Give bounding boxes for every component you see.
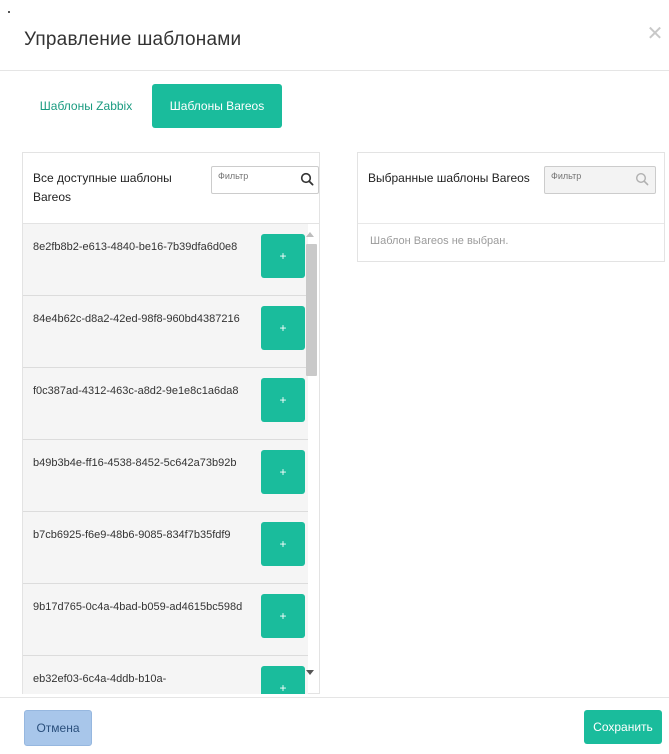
add-template-button[interactable]: + <box>261 306 305 350</box>
search-icon[interactable] <box>300 172 314 186</box>
add-template-button[interactable]: + <box>261 666 305 694</box>
available-templates-list: 8e2fb8b2-e613-4840-be16-7b39dfa6d0e8 + 8… <box>23 223 319 694</box>
cancel-button[interactable]: Отмена <box>24 710 92 746</box>
template-name: 9b17d765-0c4a-4bad-b059-ad4615bc598d <box>33 601 243 613</box>
add-template-button[interactable]: + <box>261 234 305 278</box>
template-name: f0c387ad-4312-463c-a8d2-9e1e8c1a6da8 <box>33 385 239 397</box>
tab-zabbix-templates[interactable]: Шаблоны Zabbix <box>24 84 148 128</box>
template-name: eb32ef03-6c4a-4ddb-b10a- <box>33 673 167 685</box>
list-item: eb32ef03-6c4a-4ddb-b10a- + <box>23 656 308 694</box>
divider <box>358 223 664 224</box>
available-filter-input[interactable] <box>218 171 278 181</box>
dialog-header: Управление шаблонами ✕ <box>0 0 669 71</box>
add-template-button[interactable]: + <box>261 450 305 494</box>
list-item: b7cb6925-f6e9-48b6-9085-834f7b35fdf9 + <box>23 512 308 584</box>
tab-bareos-templates[interactable]: Шаблоны Bareos <box>152 84 282 128</box>
selected-filter-box <box>544 166 656 194</box>
scroll-up-arrow-icon[interactable] <box>306 232 314 237</box>
add-template-button[interactable]: + <box>261 522 305 566</box>
scroll-thumb[interactable] <box>306 244 317 376</box>
list-item: b49b3b4e-ff16-4538-8452-5c642a73b92b + <box>23 440 308 512</box>
selected-templates-panel: Выбранные шаблоны Bareos Шаблон Bareos н… <box>357 152 665 262</box>
selected-filter-input <box>551 171 611 181</box>
available-filter-box <box>211 166 319 194</box>
list-item: 84e4b62c-d8a2-42ed-98f8-960bd4387216 + <box>23 296 308 368</box>
template-management-dialog: Управление шаблонами ✕ Шаблоны Zabbix Ша… <box>0 0 669 754</box>
template-name: b7cb6925-f6e9-48b6-9085-834f7b35fdf9 <box>33 529 231 541</box>
add-template-button[interactable]: + <box>261 594 305 638</box>
template-name: 84e4b62c-d8a2-42ed-98f8-960bd4387216 <box>33 313 240 325</box>
search-icon <box>635 172 649 186</box>
scroll-down-arrow-icon[interactable] <box>306 670 314 675</box>
selected-templates-title: Выбранные шаблоны Bareos <box>368 171 530 185</box>
empty-selection-message: Шаблон Bareos не выбран. <box>370 235 509 247</box>
dialog-footer: Отмена Сохранить <box>0 697 669 754</box>
available-templates-title: Все доступные шаблоны Bareos <box>33 171 172 204</box>
template-name: 8e2fb8b2-e613-4840-be16-7b39dfa6d0e8 <box>33 241 238 253</box>
template-name: b49b3b4e-ff16-4538-8452-5c642a73b92b <box>33 457 237 469</box>
list-item: f0c387ad-4312-463c-a8d2-9e1e8c1a6da8 + <box>23 368 308 440</box>
list-item: 9b17d765-0c4a-4bad-b059-ad4615bc598d + <box>23 584 308 656</box>
dialog-title: Управление шаблонами <box>24 29 242 50</box>
available-templates-panel: Все доступные шаблоны Bareos 8e2fb8b2-e6… <box>22 152 320 694</box>
save-button[interactable]: Сохранить <box>584 710 662 744</box>
list-scrollbar[interactable] <box>303 222 317 692</box>
add-template-button[interactable]: + <box>261 378 305 422</box>
close-icon[interactable]: ✕ <box>646 24 664 44</box>
list-item: 8e2fb8b2-e613-4840-be16-7b39dfa6d0e8 + <box>23 224 308 296</box>
